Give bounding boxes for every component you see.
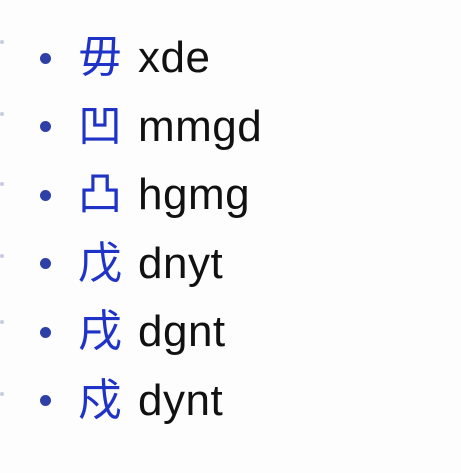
- code-label: dgnt: [138, 307, 226, 357]
- bullet-icon: [40, 258, 51, 270]
- edge-dot: [0, 40, 4, 44]
- bullet-icon: [40, 121, 51, 133]
- left-edge-marks: [0, 0, 8, 473]
- bullet-icon: [40, 395, 51, 407]
- edge-dot: [0, 182, 4, 186]
- code-label: hgmg: [138, 170, 251, 220]
- cjk-glyph: 戊: [78, 237, 122, 289]
- edge-dot: [0, 112, 4, 116]
- cjk-glyph: 戍: [78, 374, 122, 426]
- cjk-glyph: 戌: [78, 306, 122, 358]
- cjk-glyph: 凸: [78, 169, 122, 221]
- edge-dot: [0, 320, 4, 324]
- code-label: xde: [138, 33, 211, 83]
- edge-dot: [0, 392, 4, 396]
- bullet-icon: [40, 189, 51, 201]
- cjk-glyph: 凹: [78, 100, 122, 152]
- cjk-glyph: 毋: [78, 32, 122, 84]
- code-label: dynt: [138, 375, 224, 425]
- code-label: mmgd: [138, 101, 263, 151]
- code-label: dnyt: [138, 238, 224, 288]
- bullet-icon: [40, 52, 51, 64]
- bullet-icon: [40, 326, 51, 338]
- edge-dot: [0, 254, 4, 258]
- character-code-list-page: 毋 xde 凹 mmgd 凸 hgmg 戊 dnyt 戌 dgnt 戍 dynt: [0, 0, 461, 473]
